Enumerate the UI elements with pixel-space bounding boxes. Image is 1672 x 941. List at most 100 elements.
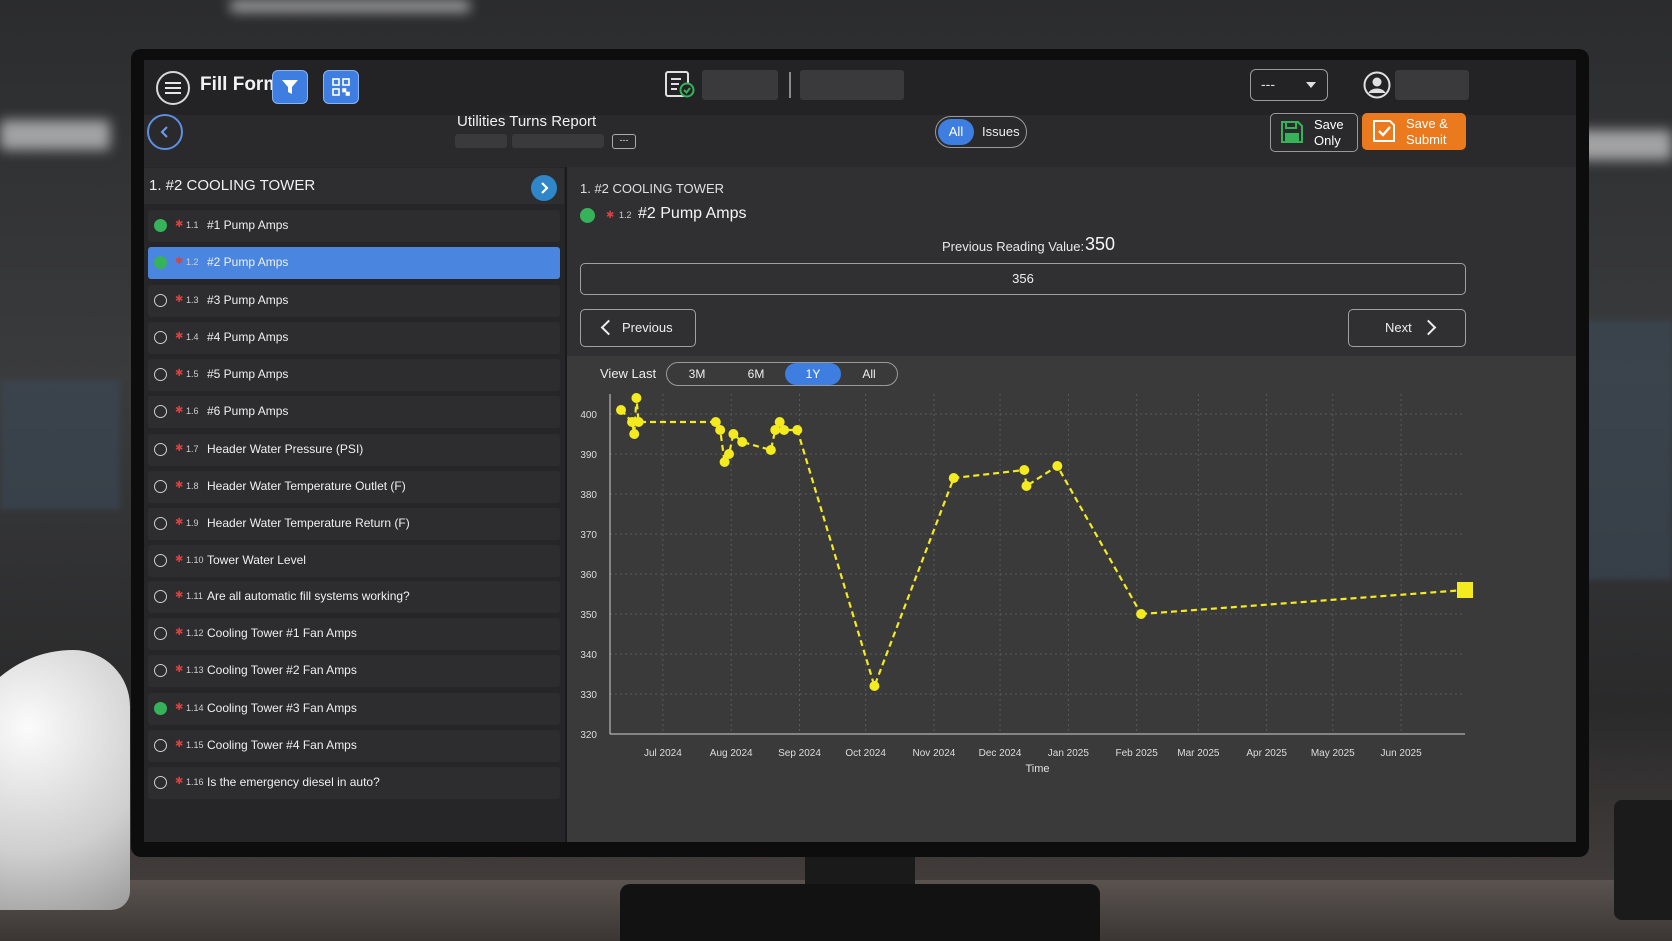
y-tick-label: 360 — [580, 570, 597, 581]
user-icon[interactable] — [1363, 71, 1391, 99]
status-empty-icon — [154, 739, 167, 752]
y-tick-label: 330 — [580, 690, 597, 701]
status-empty-icon — [154, 405, 167, 418]
item-label: #1 Pump Amps — [207, 218, 289, 232]
filter-button[interactable] — [272, 70, 308, 104]
data-point — [629, 429, 640, 439]
sidebar-item[interactable]: ✱ 1.1 #1 Pump Amps — [148, 210, 560, 242]
filter-all[interactable]: All — [938, 119, 974, 145]
x-tick-label: May 2025 — [1311, 748, 1355, 759]
redacted-field — [455, 134, 507, 148]
status-empty-icon — [154, 627, 167, 640]
data-point — [728, 429, 739, 439]
item-number: 1.2 — [186, 257, 199, 267]
series-line — [1140, 588, 1466, 616]
report-title: Utilities Turns Report — [457, 113, 597, 130]
status-empty-icon — [154, 331, 167, 344]
sidebar-item[interactable]: ✱ 1.9 Header Water Temperature Return (F) — [148, 508, 560, 540]
item-label: Tower Water Level — [207, 553, 306, 567]
sidebar-item[interactable]: ✱ 1.13 Cooling Tower #2 Fan Amps — [148, 655, 560, 687]
item-label: Are all automatic fill systems working? — [207, 589, 410, 603]
sidebar-item[interactable]: ✱ 1.5 #5 Pump Amps — [148, 359, 560, 391]
ceiling-light — [0, 120, 110, 150]
dropdown-value: --- — [1261, 76, 1275, 92]
x-tick-label: Sep 2024 — [778, 748, 821, 759]
next-button[interactable]: Next — [1348, 309, 1466, 347]
required-icon: ✱ — [175, 331, 184, 342]
status-complete-icon — [154, 256, 167, 269]
sidebar-item[interactable]: ✱ 1.6 #6 Pump Amps — [148, 396, 560, 428]
status-complete-icon — [154, 702, 167, 715]
sidebar-item[interactable]: ✱ 1.10 Tower Water Level — [148, 545, 560, 577]
item-label: #3 Pump Amps — [207, 293, 289, 307]
item-number: 1.9 — [186, 518, 199, 528]
previous-button[interactable]: Previous — [580, 309, 696, 347]
data-point — [737, 437, 748, 447]
item-number: 1.10 — [186, 555, 204, 565]
breadcrumb: 1. #2 COOLING TOWER — [580, 181, 725, 196]
chevron-right-icon — [1420, 319, 1437, 336]
previous-reading-value: 350 — [1085, 234, 1116, 254]
menu-button[interactable] — [156, 71, 190, 105]
qr-code-icon — [332, 78, 350, 96]
back-button[interactable] — [147, 114, 183, 150]
save-check-icon — [1373, 120, 1395, 142]
question-title: #2 Pump Amps — [638, 205, 747, 222]
qr-scan-button[interactable] — [323, 70, 359, 104]
sidebar-item[interactable]: ✱ 1.4 #4 Pump Amps — [148, 322, 560, 354]
save-submit-button[interactable]: Save & Submit — [1362, 113, 1466, 150]
sidebar-item[interactable]: ✱ 1.16 Is the emergency diesel in auto? — [148, 767, 560, 799]
question-detail: 1. #2 COOLING TOWER ✱ 1.2 #2 Pump Amps P… — [567, 167, 1576, 842]
required-icon: ✱ — [175, 517, 184, 528]
x-tick-label: Aug 2024 — [710, 748, 753, 759]
required-icon: ✱ — [175, 664, 184, 675]
ceiling-light — [230, 0, 470, 12]
item-number: 1.12 — [186, 628, 204, 638]
divider — [789, 72, 791, 98]
sidebar-item[interactable]: ✱ 1.3 #3 Pump Amps — [148, 285, 560, 317]
sidebar-item[interactable]: ✱ 1.8 Header Water Temperature Outlet (F) — [148, 471, 560, 503]
item-label: #5 Pump Amps — [207, 367, 289, 381]
item-number: 1.11 — [186, 591, 203, 601]
sidebar-item[interactable]: ✱ 1.2 #2 Pump Amps — [148, 247, 560, 279]
data-point — [633, 417, 644, 427]
sidebar-item[interactable]: ✱ 1.7 Header Water Pressure (PSI) — [148, 434, 560, 466]
filter-toggle: All Issues — [935, 116, 1027, 148]
chevron-left-icon — [600, 319, 617, 336]
required-icon: ✱ — [175, 776, 184, 787]
filter-issues[interactable]: Issues — [982, 119, 1020, 145]
sidebar-item[interactable]: ✱ 1.12 Cooling Tower #1 Fan Amps — [148, 618, 560, 650]
sidebar-item[interactable]: ✱ 1.11 Are all automatic fill systems work… — [148, 581, 560, 613]
next-label: Next — [1385, 320, 1412, 335]
redacted-username — [1395, 70, 1469, 100]
section-title: 1. #2 COOLING TOWER — [149, 177, 316, 194]
redacted-field — [702, 70, 778, 100]
reading-history-chart: 320 330 340 350 360 370 380 390 400 Jul 2024 Aug 2… — [580, 393, 1473, 775]
current-reading-marker — [1457, 582, 1473, 598]
item-label: Cooling Tower #3 Fan Amps — [207, 701, 357, 715]
reading-input[interactable]: 356 — [580, 263, 1466, 295]
item-number: 1.3 — [186, 295, 199, 305]
data-point — [715, 425, 726, 435]
x-tick-label: Apr 2025 — [1246, 748, 1287, 759]
sidebar-item[interactable]: ✱ 1.14 Cooling Tower #3 Fan Amps — [148, 693, 560, 725]
x-tick-label: Jun 2025 — [1381, 748, 1423, 759]
required-icon: ✱ — [175, 590, 184, 601]
x-tick-label: Feb 2025 — [1116, 748, 1159, 759]
required-icon: ✱ — [175, 256, 184, 267]
section-next-button[interactable] — [531, 175, 557, 201]
sidebar-item[interactable]: ✱ 1.15 Cooling Tower #4 Fan Amps — [148, 730, 560, 762]
mug-icon — [1614, 800, 1672, 920]
item-label: Header Water Temperature Outlet (F) — [207, 479, 406, 493]
required-icon: ✱ — [175, 627, 184, 638]
series-line — [620, 397, 1143, 690]
top-bar: Fill Form --- — [144, 60, 1576, 115]
sub-header: Utilities Turns Report --- All Issues Sa… — [144, 113, 1576, 168]
save-only-button[interactable]: Save Only — [1270, 113, 1358, 152]
filter-icon — [282, 80, 298, 94]
required-icon: ✱ — [175, 739, 184, 750]
section-header: 1. #2 COOLING TOWER — [144, 168, 564, 204]
item-number: 1.14 — [186, 703, 204, 713]
status-dropdown[interactable]: --- — [1250, 69, 1328, 101]
item-label: Header Water Pressure (PSI) — [207, 442, 364, 456]
